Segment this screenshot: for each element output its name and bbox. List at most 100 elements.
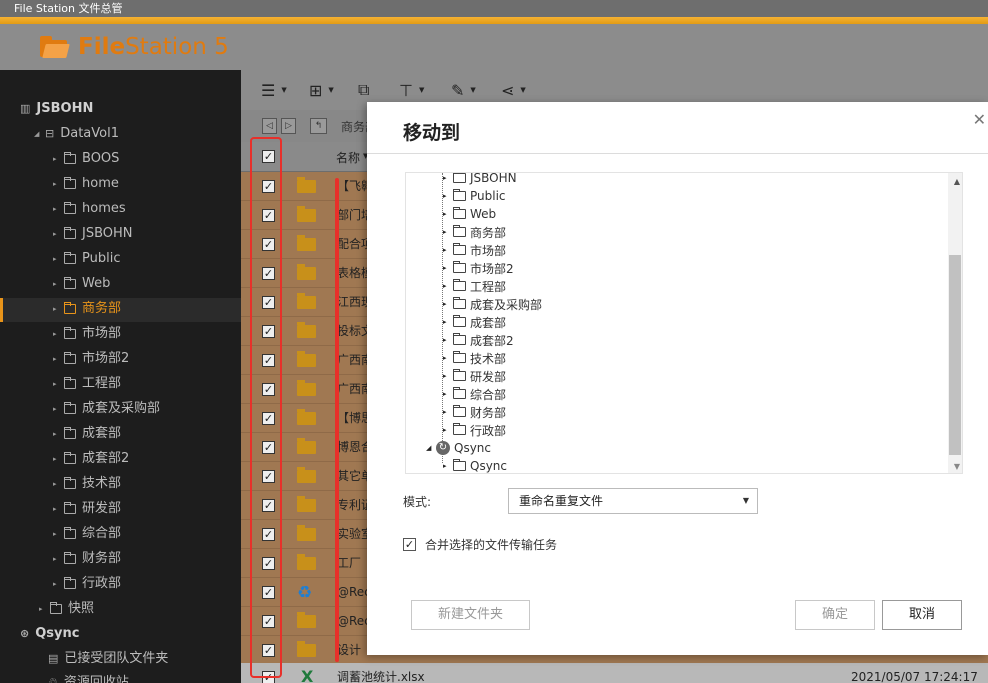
scroll-up-icon[interactable]: ▲ [954,177,960,186]
sidebar-recycle[interactable]: ♲ 资源回收站 [48,672,129,683]
new-folder-button[interactable]: ⊞ ▼ [309,79,334,101]
tree-node[interactable]: ▸ 工程部 [443,277,506,295]
forward-button[interactable]: ▷ [281,118,296,134]
refresh-button[interactable]: ↰ [310,118,327,134]
sidebar-item-folder[interactable]: ▸ Public [53,248,120,270]
expand-icon[interactable]: ▸ [39,598,47,620]
tree-node-qsync[interactable]: ◢ ↻ Qsync [426,439,491,457]
expand-icon[interactable]: ▸ [443,192,453,200]
expand-icon[interactable]: ▸ [443,426,453,434]
expand-icon[interactable]: ▸ [443,246,453,254]
expand-icon[interactable]: ▸ [443,372,453,380]
sidebar-volume[interactable]: ◢ ⊟ DataVol1 [34,123,119,145]
sidebar-item-folder[interactable]: ▸ 行政部 [53,573,121,595]
tree-node[interactable]: ▸ 商务部 [443,223,506,241]
expand-icon[interactable]: ▸ [443,282,453,290]
sidebar-item-folder[interactable]: ▸ 财务部 [53,548,121,570]
expand-icon[interactable]: ▸ [53,223,61,245]
sidebar-item-folder[interactable]: ▸ 商务部 [53,298,121,320]
sidebar-item-folder[interactable]: ▸ homes [53,198,126,220]
expand-icon[interactable]: ▸ [53,398,61,420]
expand-icon[interactable]: ▸ [53,373,61,395]
sidebar-snapshot[interactable]: ▸ 快照 [39,598,94,620]
expand-icon[interactable]: ▸ [53,523,61,545]
tree-node[interactable]: ▸ JSBOHN [443,173,517,187]
sidebar-team-folder[interactable]: ▤ 已接受团队文件夹 [48,648,168,670]
expand-icon[interactable]: ▸ [53,198,61,220]
close-icon[interactable]: ✕ [973,110,986,129]
expand-icon[interactable]: ▸ [53,423,61,445]
expand-icon[interactable]: ▸ [53,573,61,595]
expand-icon[interactable]: ▸ [443,300,453,308]
tree-node[interactable]: ▸ 市场部2 [443,259,514,277]
expand-icon[interactable]: ▸ [53,498,61,520]
expand-icon[interactable]: ▸ [53,148,61,170]
tree-node[interactable]: ▸ 技术部 [443,349,506,367]
expand-icon[interactable]: ▸ [443,354,453,362]
sidebar-item-folder[interactable]: ▸ 研发部 [53,498,121,520]
sidebar-item-folder[interactable]: ▸ JSBOHN [53,223,133,245]
tree-node[interactable]: ▸ 成套及采购部 [443,295,542,313]
tools-button[interactable]: ✎ ▼ [451,79,476,101]
sidebar-item-folder[interactable]: ▸ 市场部2 [53,348,129,370]
tree-node[interactable]: ▸ Public [443,187,506,205]
tree-node[interactable]: ▸ Web [443,205,496,223]
sidebar-item-folder[interactable]: ▸ 成套部 [53,423,121,445]
expand-icon[interactable]: ▸ [443,408,453,416]
tree-node[interactable]: ▸ 行政部 [443,421,506,439]
tree-node[interactable]: ▸ 市场部 [443,241,506,259]
name-column-header[interactable]: 名称 [336,149,360,166]
expand-icon[interactable]: ▸ [443,174,453,182]
expand-icon[interactable]: ▸ [443,390,453,398]
tree-node[interactable]: ▸ 研发部 [443,367,506,385]
merge-checkbox[interactable]: ✓ [403,538,416,551]
expand-icon[interactable]: ▸ [53,473,61,495]
share-button[interactable]: ⋖ ▼ [501,79,526,101]
cancel-button[interactable]: 取消 [882,600,962,630]
mode-select[interactable]: 重命名重复文件 ▼ [508,488,758,514]
expand-icon[interactable]: ▸ [53,298,61,320]
sidebar-item-folder[interactable]: ▸ 综合部 [53,523,121,545]
new-folder-button[interactable]: 新建文件夹 [411,600,530,630]
sidebar-item-folder[interactable]: ▸ BOOS [53,148,119,170]
sidebar-item-folder[interactable]: ▸ 技术部 [53,473,121,495]
expand-icon[interactable]: ▸ [443,264,453,272]
expand-icon[interactable]: ▸ [443,210,453,218]
expand-icon[interactable]: ▸ [443,228,453,236]
sidebar-host[interactable]: ▥ JSBOHN [20,98,93,120]
expand-down-icon[interactable]: ◢ [426,444,436,452]
ok-button[interactable]: 确定 [795,600,875,630]
expand-icon[interactable]: ▸ [443,462,453,470]
tree-node-qsync-child[interactable]: ▸ Qsync [443,457,507,473]
sidebar-qsync[interactable]: ⊛ Qsync [20,623,79,645]
expand-icon[interactable]: ▸ [53,173,61,195]
expand-icon[interactable]: ▸ [443,318,453,326]
expand-icon[interactable]: ▸ [443,336,453,344]
sidebar-item-folder[interactable]: ▸ 成套部2 [53,448,129,470]
upload-button[interactable]: ⊤ ▼ [399,79,424,101]
sidebar-item-folder[interactable]: ▸ 成套及采购部 [53,398,160,420]
view-mode-button[interactable]: ☰ ▼ [261,79,287,101]
back-button[interactable]: ◁ [262,118,277,134]
sidebar-item-folder[interactable]: ▸ 市场部 [53,323,121,345]
sidebar-item-folder[interactable]: ▸ 工程部 [53,373,121,395]
expand-icon[interactable]: ▸ [53,548,61,570]
scrollbar[interactable]: ▲ ▼ [948,173,962,473]
expand-down-icon[interactable]: ◢ [34,123,42,145]
copy-button[interactable]: ⧉ [358,79,369,101]
tree-node[interactable]: ▸ 成套部2 [443,331,514,349]
table-row[interactable]: ✓ X 调蓄池统计.xlsx 2021/05/07 17:24:17 [241,663,988,683]
expand-icon[interactable]: ▸ [53,348,61,370]
scroll-down-icon[interactable]: ▼ [954,462,960,471]
tree-node[interactable]: ▸ 财务部 [443,403,506,421]
merge-option[interactable]: ✓ 合并选择的文件传输任务 [403,536,557,553]
expand-icon[interactable]: ▸ [53,248,61,270]
expand-icon[interactable]: ▸ [53,273,61,295]
sidebar-item-folder[interactable]: ▸ home [53,173,119,195]
expand-icon[interactable]: ▸ [53,323,61,345]
scroll-thumb[interactable] [949,255,961,455]
tree-node[interactable]: ▸ 综合部 [443,385,506,403]
expand-icon[interactable]: ▸ [53,448,61,470]
tree-node[interactable]: ▸ 成套部 [443,313,506,331]
sidebar-item-folder[interactable]: ▸ Web [53,273,110,295]
